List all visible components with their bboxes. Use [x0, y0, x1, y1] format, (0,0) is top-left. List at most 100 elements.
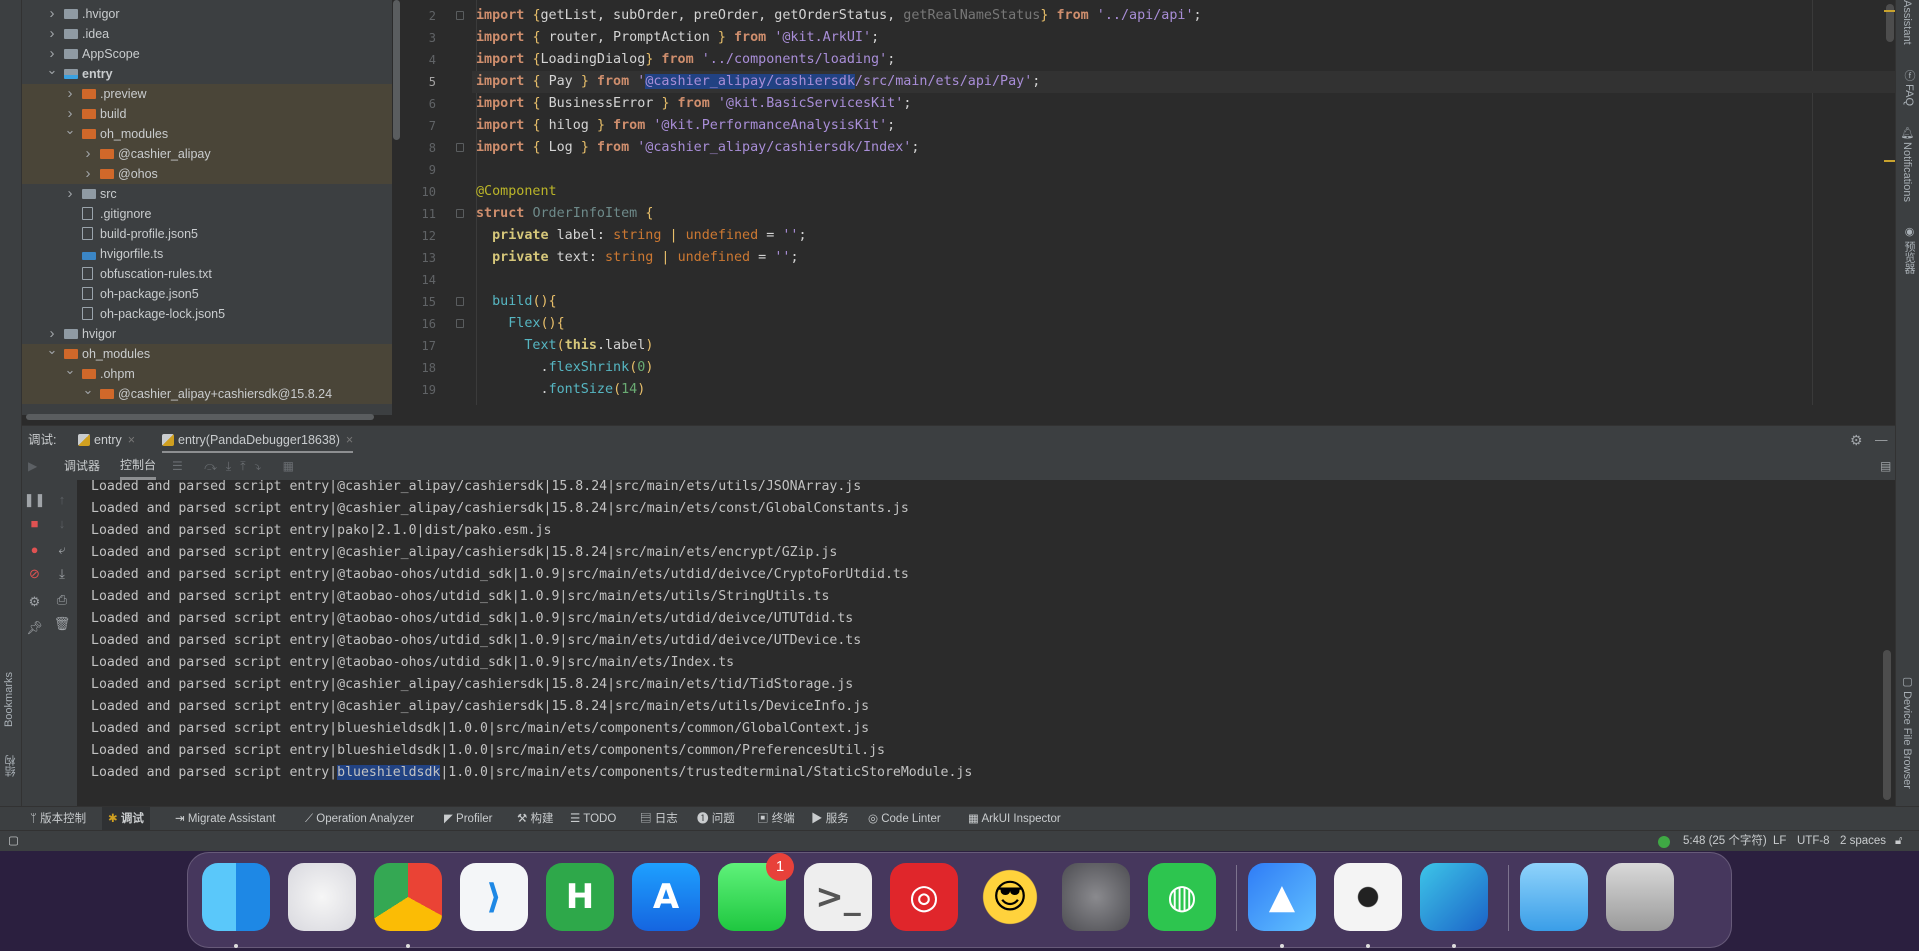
console-output[interactable]: Loaded and parsed script entry|@cashier_… — [77, 480, 1895, 806]
dock-app-netease-music[interactable]: ◎ — [890, 863, 958, 931]
tool-window-bug[interactable]: ✱ 调试 — [102, 807, 150, 831]
bookmarks-tab[interactable]: Bookmarks — [3, 672, 15, 727]
tool-window-list[interactable]: ☰ TODO — [570, 807, 616, 831]
device-file-browser-tab[interactable]: ▢ Device File Browser — [1901, 675, 1914, 789]
trash-icon[interactable]: 🗑︎ — [47, 616, 77, 632]
code-line[interactable]: import { Log } from '@cashier_alipay/cas… — [476, 137, 919, 159]
tree-item[interactable]: › AppScope — [22, 44, 392, 64]
console-scrollbar[interactable] — [1883, 650, 1891, 800]
indent-setting[interactable]: 2 spaces — [1840, 831, 1886, 852]
console-line[interactable]: Loaded and parsed script entry|@taobao-o… — [91, 564, 909, 586]
code-line[interactable]: @Component — [476, 181, 557, 203]
console-line[interactable]: Loaded and parsed script entry|@cashier_… — [91, 696, 869, 718]
step-controls[interactable]: ☰ ⤼⤓⤒⤵ ▦ — [172, 453, 303, 480]
tree-item[interactable]: › hvigor — [22, 324, 392, 344]
fold-marker-icon[interactable] — [456, 11, 464, 20]
mute-breakpoints-icon[interactable]: ⊘ — [22, 566, 47, 582]
code-line[interactable]: struct OrderInfoItem { — [476, 203, 653, 225]
notifications-tab[interactable]: 🔔︎ Notifications — [1901, 125, 1914, 202]
up-icon[interactable]: ↑ — [47, 492, 77, 507]
tree-item[interactable]: ⌄ @cashier_alipay+cashiersdk@15.8.24 — [22, 382, 392, 404]
stop-icon[interactable]: ■ — [22, 516, 47, 531]
project-tree-scrollbar[interactable] — [393, 0, 400, 140]
code-line[interactable]: .flexShrink(0) — [476, 357, 653, 379]
console-line[interactable]: Loaded and parsed script entry|@taobao-o… — [91, 652, 734, 674]
console-line[interactable]: Loaded and parsed script entry|@taobao-o… — [91, 630, 861, 652]
caret-position[interactable]: 5:48 (25 个字符) — [1683, 831, 1767, 852]
tool-window-hammer[interactable]: ⚒ 构建 — [517, 807, 554, 831]
tree-item[interactable]: .gitignore — [22, 204, 392, 224]
chevron-right-icon[interactable]: › — [82, 164, 94, 184]
tab-entry[interactable]: entry × — [78, 426, 135, 454]
dock-app-downloads-folder[interactable] — [1520, 863, 1588, 931]
console-line[interactable]: Loaded and parsed script entry|blueshiel… — [91, 762, 972, 784]
console-line[interactable]: Loaded and parsed script entry|@taobao-o… — [91, 586, 829, 608]
tree-item[interactable]: › .preview — [22, 84, 392, 104]
dock-app-system-settings[interactable] — [1062, 863, 1130, 931]
tree-item[interactable]: obfuscation-rules.txt — [22, 264, 392, 284]
code-line[interactable]: Text(this.label) — [476, 335, 653, 357]
tree-item[interactable]: › build — [22, 104, 392, 124]
code-line[interactable]: import { BusinessError } from '@kit.Basi… — [476, 93, 911, 115]
code-line[interactable]: import {LoadingDialog} from '../componen… — [476, 49, 895, 71]
tool-window-services[interactable]: ▶ 服务 — [811, 807, 849, 831]
print-icon[interactable]: ⎙ — [47, 592, 77, 608]
chevron-down-icon[interactable]: ⌄ — [82, 380, 94, 400]
console-line[interactable]: Loaded and parsed script entry|blueshiel… — [91, 740, 885, 762]
scroll-to-end-icon[interactable]: ⤓ — [47, 566, 77, 582]
chevron-right-icon[interactable]: › — [46, 4, 58, 24]
layout-icon[interactable]: ▤ — [1880, 453, 1891, 480]
console-line[interactable]: Loaded and parsed script entry|blueshiel… — [91, 718, 869, 740]
console-line[interactable]: Loaded and parsed script entry|pako|2.1.… — [91, 520, 552, 542]
chevron-right-icon[interactable]: › — [82, 144, 94, 164]
dock-app-vscode[interactable]: ⟩ — [460, 863, 528, 931]
dock-app-app-star[interactable] — [1420, 863, 1488, 931]
tree-item[interactable]: ⌄ oh_modules — [22, 342, 392, 364]
tab-debugger[interactable]: 调试器 — [64, 453, 100, 480]
code-line[interactable]: import { hilog } from '@kit.PerformanceA… — [476, 115, 895, 137]
console-line[interactable]: Loaded and parsed script entry|@taobao-o… — [91, 608, 853, 630]
code-editor[interactable]: 2 3 4 5 6 7 8 9 10 11 12 13 14 15 16 17 18 19 import {get… — [400, 0, 1895, 405]
tool-window-inspector[interactable]: ▦ ArkUI Inspector — [968, 807, 1061, 831]
chevron-right-icon[interactable]: › — [64, 184, 76, 204]
line-ending[interactable]: LF — [1773, 831, 1786, 852]
project-tree-hscrollbar[interactable] — [26, 414, 374, 420]
tab-entry-pandadebugger[interactable]: entry(PandaDebugger18638) × — [162, 426, 354, 454]
console-line[interactable]: Loaded and parsed script entry|@cashier_… — [91, 480, 861, 498]
tree-item[interactable]: ⌄ oh_modules — [22, 122, 392, 144]
tree-item[interactable]: › @ohos — [22, 164, 392, 184]
chevron-down-icon[interactable]: ⌄ — [46, 60, 58, 80]
fold-marker-icon[interactable] — [456, 319, 464, 328]
dock-app-camera[interactable] — [1334, 863, 1402, 931]
tree-item[interactable]: ⌄ .ohpm — [22, 362, 392, 384]
assistant-tab[interactable]: Assistant — [1901, 0, 1913, 45]
tree-item[interactable]: oh-package.json5 — [22, 284, 392, 304]
dock-app-launchpad[interactable] — [288, 863, 356, 931]
tool-window-log[interactable]: ▤ 日志 — [640, 807, 678, 831]
tab-console[interactable]: 控制台 — [120, 453, 157, 480]
view-breakpoints-icon[interactable]: ● — [22, 542, 47, 557]
down-icon[interactable]: ↓ — [47, 516, 77, 531]
chevron-down-icon[interactable]: ⌄ — [64, 360, 76, 380]
console-line[interactable]: Loaded and parsed script entry|@cashier_… — [91, 542, 837, 564]
code-line[interactable]: import { router, PromptAction } from '@k… — [476, 27, 879, 49]
console-line[interactable]: Loaded and parsed script entry|@cashier_… — [91, 498, 909, 520]
status-indicator-icon[interactable] — [1658, 836, 1670, 848]
dock-app-app-store[interactable]: A — [632, 863, 700, 931]
dock-app-chat-terminal[interactable]: >_ — [804, 863, 872, 931]
tree-item[interactable]: ⌄ entry — [22, 62, 392, 84]
close-icon[interactable]: × — [128, 433, 135, 447]
chevron-down-icon[interactable]: ⌄ — [64, 120, 76, 140]
code-line[interactable]: import { Pay } from '@cashier_alipay/cas… — [476, 71, 1040, 93]
code-line[interactable]: private text: string | undefined = ''; — [476, 247, 798, 269]
chevron-down-icon[interactable]: ⌄ — [46, 340, 58, 360]
previewer-tab[interactable]: ◉ 预览器 — [1901, 225, 1917, 274]
minimize-icon[interactable]: — — [1875, 426, 1888, 454]
tool-window-migrate[interactable]: ⇥ Migrate Assistant — [175, 807, 275, 831]
tree-item[interactable]: › .idea — [22, 24, 392, 44]
tree-item[interactable]: › .hvigor — [22, 4, 392, 24]
tool-window-problem[interactable]: ❶ 问题 — [697, 807, 735, 831]
console-line[interactable]: Loaded and parsed script entry|@cashier_… — [91, 674, 853, 696]
tool-window-profiler[interactable]: ◤ Profiler — [444, 807, 492, 831]
resume-icon[interactable]: ▶ — [28, 453, 37, 480]
